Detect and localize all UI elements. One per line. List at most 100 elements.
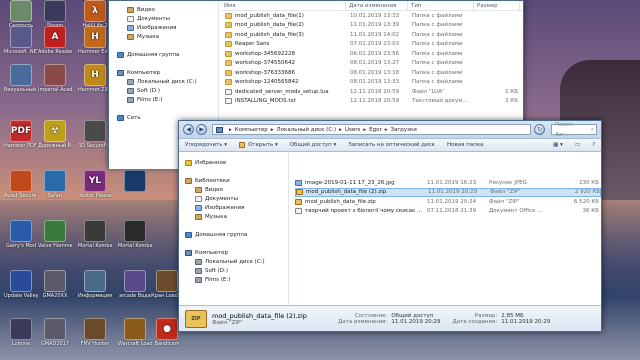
nav-item[interactable]: Локальный диск (C:) (117, 77, 218, 86)
nav-item (117, 59, 218, 68)
nav-item[interactable]: Компьютер (185, 248, 288, 257)
desktop-icon[interactable]: AAdobe Reader XI (38, 26, 72, 68)
desktop-icon[interactable]: Информация о системе (78, 270, 112, 312)
file-row[interactable]: mod_publish_data_file (2).zip 11.01.2019 … (295, 187, 601, 197)
desktop-icon[interactable]: Mortal Kombat (78, 220, 112, 262)
breadcrumb-segment[interactable]: Загрузки (390, 127, 416, 133)
search-input[interactable]: Поиск: Заг... ⌕ (551, 122, 597, 138)
desktop-icon[interactable]: Safari (38, 170, 72, 212)
nav-item-label: Документы (137, 15, 170, 22)
desktop-icon[interactable]: HHammer Editor (78, 26, 112, 68)
file-row[interactable]: mod_publish_data_file(1) 10.01.2019 13:33… (225, 11, 523, 21)
breadcrumb-separator-icon[interactable]: ▸ (363, 127, 366, 133)
nav-item[interactable]: Избранное (185, 158, 288, 167)
nav-item[interactable]: Изображения (185, 203, 288, 212)
nav-item[interactable]: Домашняя группа (117, 50, 218, 59)
breadcrumb-separator-icon[interactable]: ▸ (229, 127, 232, 133)
preview-pane-icon[interactable]: ▭ (569, 139, 586, 152)
breadcrumb-separator-icon[interactable]: ▸ (385, 127, 388, 133)
desktop-icon[interactable]: Update Valley Mod (4, 270, 38, 312)
refresh-button[interactable]: ↻ (534, 124, 545, 135)
desktop-icon[interactable]: Microsoft .NET 4.5.2... (4, 26, 38, 68)
nav-item[interactable]: Документы (117, 14, 218, 23)
file-row[interactable]: Reaper Sans 07.01.2019 23:03 Папка с файла… (225, 40, 523, 50)
column-date[interactable]: Дата изменения (346, 0, 408, 11)
nav-item[interactable]: Домашняя группа (185, 230, 288, 239)
file-row[interactable]: mod_publish_data_file.zip 11.01.2019 20:2… (295, 197, 601, 207)
desktop-icon[interactable]: YL Vector Please (78, 170, 112, 212)
desktop-icon-label: Дорожный Вандал S.T.A.L (38, 143, 72, 149)
desktop-icon[interactable]: arcade Вода (118, 270, 152, 312)
breadcrumb-segment[interactable]: Локальный диск (C:) (277, 127, 337, 133)
column-name[interactable]: Имя (221, 0, 346, 11)
nav-item[interactable]: Soft (D:) (117, 86, 218, 95)
nav-item[interactable]: Films (E:) (185, 275, 288, 284)
desktop-icon-label: Hammer Editor (78, 49, 112, 55)
nav-item[interactable]: Films (E:) (117, 95, 218, 104)
folder-icon (225, 12, 232, 19)
organize-button[interactable]: Упорядочить ▾ (179, 139, 233, 152)
nav-item[interactable]: Локальный диск (C:) (185, 257, 288, 266)
nav-item[interactable]: Видео (185, 185, 288, 194)
nav-item[interactable]: Видео (117, 5, 218, 14)
explorer-window-front[interactable]: ◀ ▶ ▸ Компьютер ▸ Локальный диск (C:) ▸ Users… (178, 120, 602, 332)
desktop-icon[interactable]: HHammer ZIP Archive (78, 64, 112, 106)
desktop-icon[interactable]: ☢Дорожный Вандал S.T.A.L (38, 120, 72, 162)
nav-item-label: Локальный диск (C:) (205, 258, 265, 265)
file-row[interactable]: mod_publish_data_file(2) 11.01.2019 13:39… (225, 21, 523, 31)
desktop-icon[interactable]: Lumine (4, 318, 38, 360)
homegroup-icon (185, 231, 192, 238)
desktop-icon[interactable]: Imperial Academy (38, 64, 72, 106)
file-row[interactable]: INSTALLING_MODS.txt 12.11.2018 20:59 Текст… (225, 97, 523, 107)
breadcrumb-segment[interactable]: Users (345, 127, 360, 133)
column-size[interactable]: Размер (474, 0, 520, 11)
details-state-value: Общий доступ (391, 312, 434, 319)
nav-item (185, 221, 288, 230)
desktop-app-icon (10, 220, 32, 242)
desktop-icon[interactable]: GMA20XX (38, 270, 72, 312)
file-row[interactable]: workshop-345692228 06.01.2019 23:56 Папка … (225, 49, 523, 59)
file-row[interactable]: mod_publish_data_file(3) 11.01.2019 14:02… (225, 30, 523, 40)
help-icon[interactable]: ? (586, 139, 601, 152)
column-type[interactable]: Тип (408, 0, 474, 11)
file-row[interactable]: творчий проект з біології чому скисає ..… (295, 207, 601, 217)
new-folder-button[interactable]: Новая папка (441, 139, 489, 152)
desktop-icon[interactable]: Avast Secure Browser (4, 170, 38, 212)
desktop-icon[interactable]: Warcraft Loader (118, 318, 152, 360)
desktop-icon[interactable]: Визуальный дизайнер (4, 64, 38, 106)
back-button[interactable]: ◀ (183, 124, 194, 135)
open-button[interactable]: Открыть ▾ (233, 139, 284, 152)
desktop-icon[interactable]: GMAD2017 (38, 318, 72, 360)
nav-item[interactable]: Компьютер (117, 68, 218, 77)
burn-button[interactable]: Записать на оптический диск (342, 139, 441, 152)
share-button[interactable]: Общий доступ ▾ (284, 139, 343, 152)
desktop-icon[interactable]: Mortal Kombat X (118, 220, 152, 262)
desktop-icon[interactable]: Valve Hammer (38, 220, 72, 262)
view-options-icon[interactable]: ▦ ▾ (547, 139, 569, 152)
forward-button[interactable]: ▶ (196, 124, 207, 135)
nav-item[interactable]: Музыка (185, 212, 288, 221)
desktop-icon[interactable]: FNV Hunter (78, 318, 112, 360)
file-row[interactable]: workshop-376333686 08.01.2019 13:18 Папка … (225, 68, 523, 78)
desktop-icon[interactable] (118, 170, 152, 212)
address-bar[interactable]: ▸ Компьютер ▸ Локальный диск (C:) ▸ Users ▸ Ego… (212, 124, 531, 135)
details-created-label: Дата создания: (452, 318, 498, 325)
breadcrumb-segment[interactable]: Компьютер (235, 127, 268, 133)
desktop-icon[interactable]: PDFHamster PDF Reader (4, 120, 38, 162)
breadcrumb-separator-icon[interactable]: ▸ (339, 127, 342, 133)
file-row[interactable]: image-2019-01-11 17_23_26.jpg 11.01.2019 … (295, 178, 601, 188)
nav-item[interactable]: Документы (185, 194, 288, 203)
nav-item[interactable]: Библиотеки (185, 176, 288, 185)
file-row[interactable]: workshop-374550642 08.01.2019 13:27 Папка … (225, 59, 523, 69)
breadcrumb-separator-icon[interactable]: ▸ (271, 127, 274, 133)
nav-item[interactable]: Soft (D:) (185, 266, 288, 275)
file-type: Папка с файлами (412, 79, 463, 86)
desktop-icon[interactable]: 3D SecureFile (78, 120, 112, 162)
desktop-icon[interactable]: Garry's Mod (4, 220, 38, 262)
nav-item[interactable]: Изображения (117, 23, 218, 32)
breadcrumb-segment[interactable]: Egor (369, 127, 382, 133)
file-row[interactable]: workshop-1240565842 08.01.2019 13:33 Папка… (225, 78, 523, 88)
nav-item[interactable]: Музыка (117, 32, 218, 41)
file-row[interactable]: dedicated_server_mods_setup.lua 12.11.201… (225, 87, 523, 97)
search-icon: ⌕ (590, 126, 594, 133)
